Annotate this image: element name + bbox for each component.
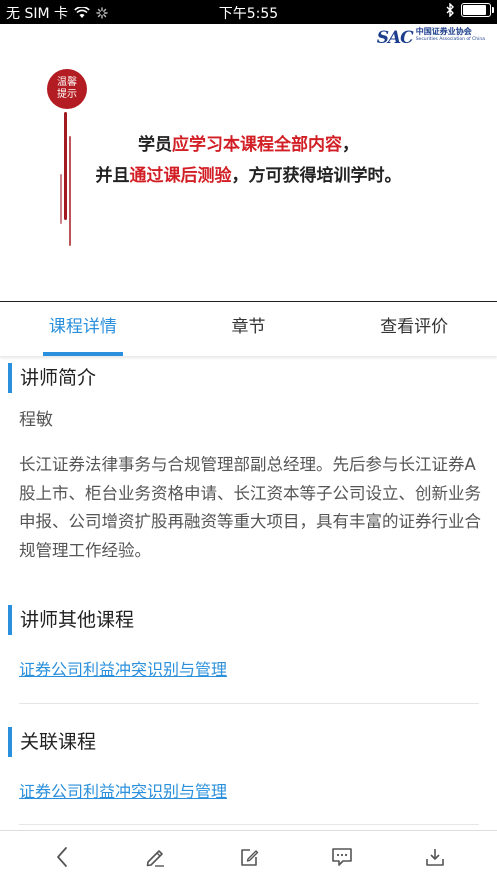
seal-line-1: 温馨: [57, 76, 77, 88]
banner-notice-text: 学员应学习本课程全部内容， 并且通过课后测验，方可获得培训学时。: [0, 130, 497, 192]
bottom-toolbar: [0, 830, 497, 883]
tab-reviews[interactable]: 查看评价: [331, 302, 497, 356]
sac-logo-mark: SAC: [376, 28, 414, 48]
related-courses-heading: 关联课程: [8, 727, 96, 757]
related-course-link[interactable]: 证券公司利益冲突识别与管理: [19, 778, 227, 802]
course-tabs: 课程详情 章节 查看评价: [0, 302, 497, 356]
tab-chapters[interactable]: 章节: [166, 302, 332, 356]
sac-logo: SAC 中国证券业协会 Securities Association of Ch…: [376, 28, 485, 49]
battery-icon: [461, 3, 494, 17]
sac-logo-text: 中国证券业协会 Securities Association of China: [416, 28, 485, 43]
status-bar: 无 SIM 卡 下午5:55: [0, 0, 497, 24]
section-divider: [19, 824, 479, 825]
status-time: 下午5:55: [218, 6, 279, 22]
other-course-link[interactable]: 证券公司利益冲突识别与管理: [19, 656, 227, 680]
comment-icon: [332, 848, 352, 866]
back-button[interactable]: [48, 843, 76, 871]
back-icon: [57, 847, 67, 867]
download-icon: [426, 849, 444, 866]
edit-button[interactable]: [235, 843, 263, 871]
active-tab-indicator: [43, 352, 123, 356]
banner-line-2: 并且通过课后测验，方可获得培训学时。: [95, 166, 402, 186]
course-video-banner[interactable]: SAC 中国证券业协会 Securities Association of Ch…: [0, 24, 497, 302]
tab-course-details[interactable]: 课程详情: [0, 302, 166, 356]
teacher-name: 程敏: [19, 410, 53, 430]
teacher-bio: 长江证券法律事务与合规管理部副总经理。先后参与长江证券A股上市、柜台业务资格申请…: [19, 455, 481, 560]
download-button[interactable]: [421, 843, 449, 871]
bluetooth-icon: [446, 3, 454, 17]
section-divider: [19, 703, 479, 704]
comment-button[interactable]: [328, 843, 356, 871]
write-note-button[interactable]: [141, 843, 169, 871]
banner-line-1: 学员应学习本课程全部内容，: [138, 135, 359, 155]
battery-fill: [463, 5, 487, 15]
edit-note-icon: [241, 849, 259, 866]
sac-logo-cn: 中国证券业协会: [415, 27, 472, 36]
other-courses-heading: 讲师其他课程: [8, 605, 134, 635]
sac-logo-en: Securities Association of China: [415, 37, 485, 42]
teacher-intro-heading: 讲师简介: [8, 363, 96, 393]
warm-tip-seal: 温馨 提示: [47, 69, 87, 109]
seal-line-2: 提示: [57, 89, 77, 100]
pen-icon: [146, 850, 164, 867]
status-right: [446, 3, 494, 17]
